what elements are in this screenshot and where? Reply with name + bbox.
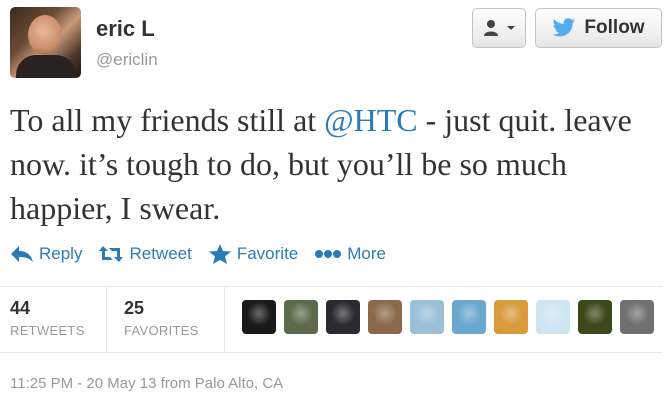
favoriter-avatar-3[interactable] (326, 300, 360, 334)
retweets-stat[interactable]: 44 RETWEETS (0, 286, 106, 352)
favoriter-avatar-8[interactable] (536, 300, 570, 334)
user-handle[interactable]: @ericlin (96, 50, 158, 70)
favoriter-avatar-10[interactable] (620, 300, 654, 334)
favorites-label: FAVORITES (124, 323, 199, 338)
favoriter-avatar-7[interactable] (494, 300, 528, 334)
favoriter-avatar-4[interactable] (368, 300, 402, 334)
favoriter-avatars (242, 300, 662, 334)
tweet-timestamp[interactable]: 11:25 PM - 20 May 13 from Palo Alto, CA (10, 375, 283, 392)
favorites-stat[interactable]: 25 FAVORITES (114, 286, 224, 352)
follow-button[interactable]: Follow (535, 8, 662, 48)
avatar-shirt (16, 55, 76, 78)
divider-bottom (0, 352, 662, 353)
chevron-down-icon (506, 26, 515, 30)
more-button[interactable]: More (314, 244, 386, 264)
reply-label: Reply (39, 244, 83, 263)
favorite-label: Favorite (236, 244, 299, 263)
star-icon (208, 244, 231, 264)
more-label: More (347, 244, 386, 263)
mention-link[interactable]: @HTC (324, 102, 417, 138)
retweets-count: 44 (10, 298, 31, 318)
retweet-icon (99, 246, 124, 262)
tweet-text-start: To all my friends still at (10, 102, 325, 138)
retweet-label: Retweet (129, 244, 192, 263)
reply-button[interactable]: Reply (10, 244, 82, 264)
person-icon (483, 20, 498, 36)
more-dots-icon (315, 250, 342, 258)
user-avatar[interactable] (10, 7, 81, 78)
user-actions-dropdown[interactable] (472, 8, 526, 48)
retweets-label: RETWEETS (10, 323, 85, 338)
tweet-text: To all my friends still at @HTC - just q… (10, 98, 660, 230)
reply-icon (11, 246, 33, 262)
retweet-button[interactable]: Retweet (98, 244, 192, 264)
stat-separator (106, 286, 107, 352)
display-name[interactable]: eric L (96, 16, 155, 42)
favorites-count: 25 (124, 298, 145, 318)
favoriter-avatar-2[interactable] (284, 300, 318, 334)
twitter-bird-icon (552, 18, 576, 37)
avatar-face (28, 15, 62, 55)
favoriter-avatar-1[interactable] (242, 300, 276, 334)
stat-separator (224, 286, 225, 352)
tweet-actions: Reply Retweet Favorite More (10, 240, 402, 268)
favoriter-avatar-6[interactable] (452, 300, 486, 334)
favoriter-avatar-5[interactable] (410, 300, 444, 334)
favoriter-avatar-9[interactable] (578, 300, 612, 334)
follow-button-label: Follow (584, 17, 645, 38)
favorite-button[interactable]: Favorite (208, 243, 298, 265)
